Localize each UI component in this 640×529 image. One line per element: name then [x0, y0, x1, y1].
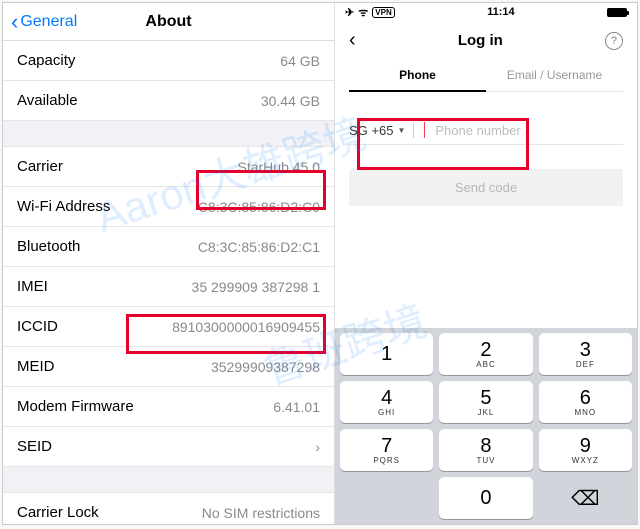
key-letters: GHI: [378, 408, 395, 417]
about-row[interactable]: Capacity 64 GB: [3, 41, 334, 81]
key-number: 2: [480, 340, 491, 360]
row-label: Bluetooth: [17, 238, 80, 255]
key-number: 1: [381, 344, 392, 364]
section-gap: [3, 121, 334, 147]
key-letters: DEF: [576, 360, 595, 369]
section-gap: [3, 467, 334, 493]
about-row[interactable]: Carrier StarHub 45.0: [3, 147, 334, 187]
row-value: ›: [315, 439, 320, 455]
key-number: 0: [480, 488, 491, 508]
row-value: 30.44 GB: [261, 93, 320, 109]
row-value: 35 299909 387298 1: [192, 279, 320, 295]
keypad-blank: [340, 477, 433, 519]
login-tabs: Phone Email / Username: [335, 60, 637, 92]
status-bar: ✈ ᯤ VPN 11:14: [335, 3, 637, 21]
battery-icon: [607, 8, 627, 17]
about-row[interactable]: MEID 35299909387298: [3, 347, 334, 387]
key-letters: WXYZ: [572, 456, 599, 465]
back-arrow-icon[interactable]: ‹: [349, 29, 356, 52]
row-value: No SIM restrictions: [202, 505, 320, 521]
airplane-icon: ✈: [345, 6, 354, 19]
key-letters: MNO: [574, 408, 596, 417]
keypad-key-0[interactable]: 0: [439, 477, 532, 519]
about-row[interactable]: Modem Firmware 6.41.01: [3, 387, 334, 427]
row-label: Carrier: [17, 158, 63, 175]
phone-input[interactable]: [425, 123, 623, 138]
keypad-key-6[interactable]: 6MNO: [539, 381, 632, 423]
about-row[interactable]: SEID ›: [3, 427, 334, 467]
key-number: 4: [381, 388, 392, 408]
back-chevron-icon: ‹: [11, 9, 18, 35]
keypad-key-5[interactable]: 5JKL: [439, 381, 532, 423]
phone-input-row: SG +65 ▼: [349, 122, 623, 145]
keypad-key-7[interactable]: 7PQRS: [340, 429, 433, 471]
key-number: 8: [480, 436, 491, 456]
keypad-key-4[interactable]: 4GHI: [340, 381, 433, 423]
tab-email[interactable]: Email / Username: [486, 60, 623, 92]
about-row[interactable]: ICCID 8910300000016909455: [3, 307, 334, 347]
row-label: IMEI: [17, 278, 48, 295]
row-label: Available: [17, 92, 78, 109]
keypad-key-3[interactable]: 3DEF: [539, 333, 632, 375]
about-row[interactable]: IMEI 35 299909 387298 1: [3, 267, 334, 307]
back-label: General: [20, 13, 77, 31]
about-row[interactable]: Available 30.44 GB: [3, 81, 334, 121]
key-letters: JKL: [478, 408, 495, 417]
row-label: Modem Firmware: [17, 398, 134, 415]
dropdown-caret-icon: ▼: [397, 126, 405, 135]
key-letters: TUV: [476, 456, 495, 465]
row-value: StarHub 45.0: [238, 159, 321, 175]
country-code-label: SG +65: [349, 123, 393, 138]
back-button[interactable]: ‹ General: [3, 9, 77, 35]
row-label: SEID: [17, 438, 52, 455]
key-number: 6: [580, 388, 591, 408]
wifi-icon: ᯤ: [358, 5, 368, 20]
page-title: About: [145, 13, 191, 31]
numeric-keypad: 12ABC3DEF4GHI5JKL6MNO7PQRS8TUV9WXYZ0⌫: [335, 328, 637, 524]
about-row[interactable]: Carrier Lock No SIM restrictions: [3, 493, 334, 524]
row-value: 6.41.01: [273, 399, 320, 415]
login-pane: ✈ ᯤ VPN 11:14 ‹ Log in ? Phone Email / U…: [335, 3, 637, 524]
key-letters: ABC: [476, 360, 495, 369]
keypad-key-9[interactable]: 9WXYZ: [539, 429, 632, 471]
send-code-button[interactable]: Send code: [349, 169, 623, 206]
row-label: ICCID: [17, 318, 58, 335]
country-code-selector[interactable]: SG +65 ▼: [349, 123, 414, 138]
login-title: Log in: [458, 32, 503, 49]
key-number: 5: [480, 388, 491, 408]
login-header: ‹ Log in ?: [335, 21, 637, 60]
row-value: C8:3C:85:86:D2:C0: [198, 199, 320, 215]
row-value: 35299909387298: [211, 359, 320, 375]
keypad-key-2[interactable]: 2ABC: [439, 333, 532, 375]
tab-phone[interactable]: Phone: [349, 60, 486, 92]
row-label: MEID: [17, 358, 55, 375]
ios-header: ‹ General About: [3, 3, 334, 41]
row-label: Capacity: [17, 52, 75, 69]
row-label: Wi-Fi Address: [17, 198, 110, 215]
row-value: C8:3C:85:86:D2:C1: [198, 239, 320, 255]
keypad-key-1[interactable]: 1: [340, 333, 433, 375]
vpn-badge: VPN: [372, 7, 394, 18]
row-value: 8910300000016909455: [172, 319, 320, 335]
about-list[interactable]: Capacity 64 GB Available 30.44 GB Carrier Sta…: [3, 41, 334, 524]
key-number: 3: [580, 340, 591, 360]
keypad-delete[interactable]: ⌫: [539, 477, 632, 519]
key-letters: PQRS: [373, 456, 400, 465]
settings-about-pane: ‹ General About Capacity 64 GB Available 30…: [3, 3, 335, 524]
row-label: Carrier Lock: [17, 504, 99, 521]
keypad-key-8[interactable]: 8TUV: [439, 429, 532, 471]
key-number: 9: [580, 436, 591, 456]
about-row[interactable]: Wi-Fi Address C8:3C:85:86:D2:C0: [3, 187, 334, 227]
row-value: 64 GB: [280, 53, 320, 69]
status-time: 11:14: [487, 6, 515, 18]
help-icon[interactable]: ?: [605, 32, 623, 50]
about-row[interactable]: Bluetooth C8:3C:85:86:D2:C1: [3, 227, 334, 267]
key-number: 7: [381, 436, 392, 456]
